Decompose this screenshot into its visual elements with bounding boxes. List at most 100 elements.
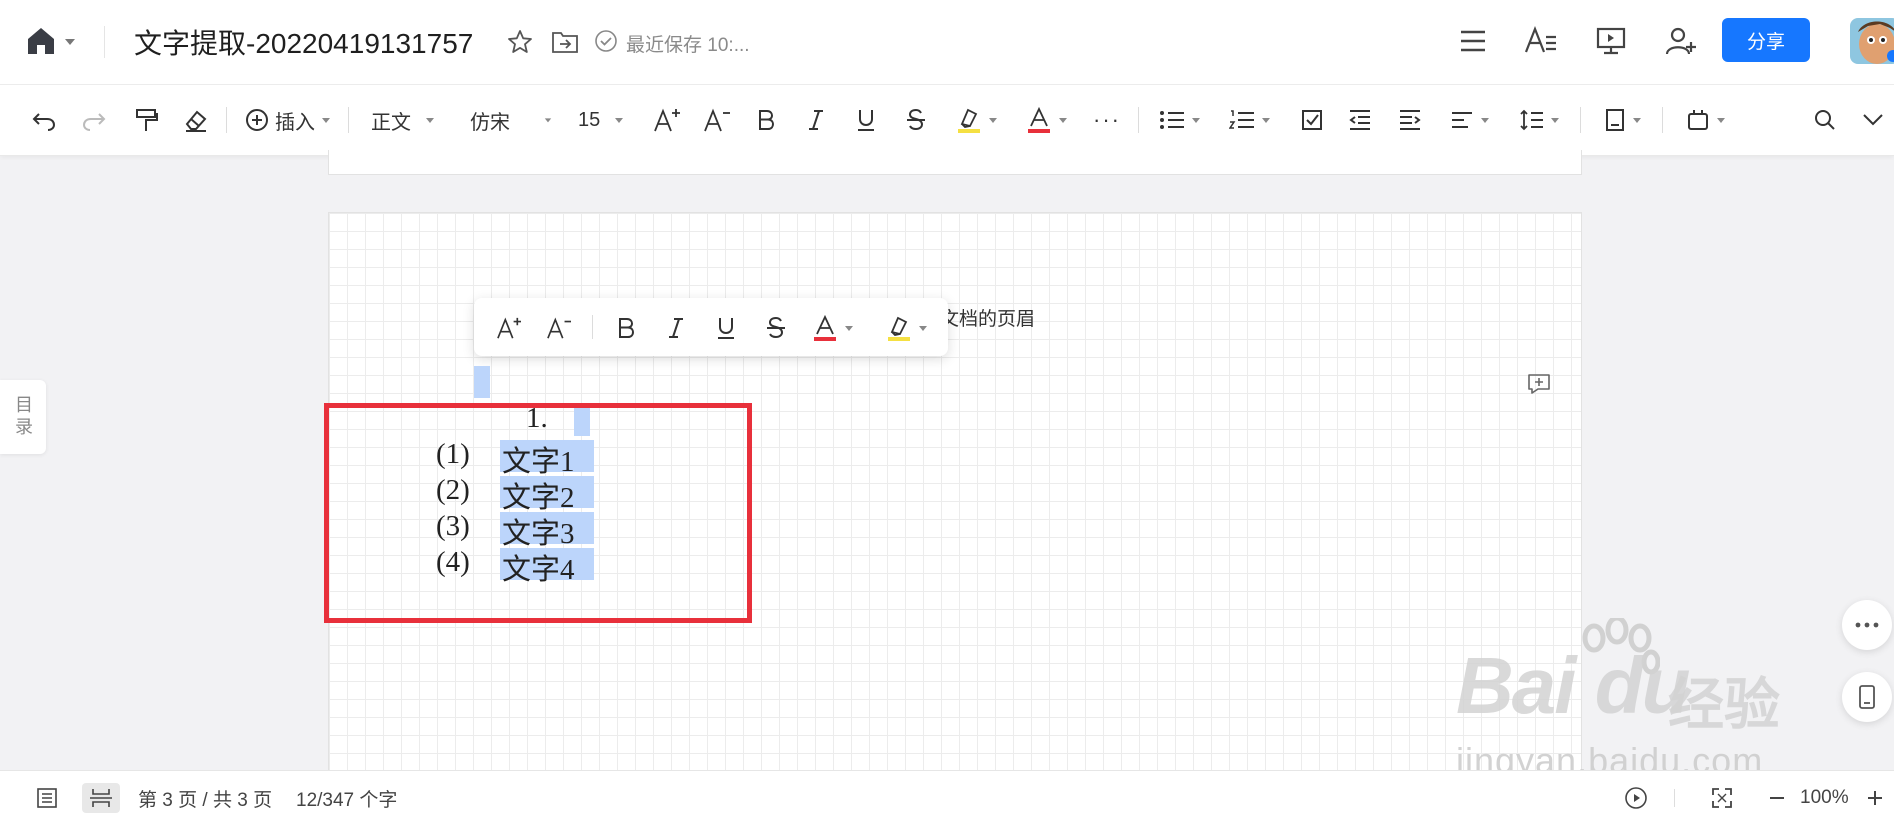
decrease-font-icon [704,108,730,132]
play-button[interactable] [1620,783,1652,813]
table-of-contents-tab[interactable]: 目录 [0,380,46,454]
zoom-in-button[interactable] [1862,783,1888,813]
share-button[interactable]: 分享 [1722,18,1810,62]
font-color-button[interactable] [1024,105,1070,135]
numbered-list-button[interactable] [1226,105,1274,135]
divider [226,107,227,133]
decrease-indent-button[interactable] [1346,105,1374,135]
underline-icon [718,318,734,339]
word-count[interactable]: 12/347 个字 [296,783,397,813]
clear-format-button[interactable] [180,105,212,135]
plugin-button[interactable] [1680,105,1732,135]
strikethrough-button[interactable] [902,105,930,135]
increase-font-button[interactable] [494,313,524,343]
collapse-toolbar-button[interactable] [1858,105,1888,135]
font-color-icon [814,314,836,341]
text-style-icon[interactable] [1524,24,1558,58]
search-button[interactable] [1810,105,1840,135]
bold-button[interactable] [752,105,780,135]
font-family-value: 仿宋 [470,111,510,134]
divider [1580,107,1581,133]
baidu-watermark: Bai du 经验 jingyan.baidu.com [1456,618,1836,788]
checklist-button[interactable] [1298,105,1326,135]
bullet-list-button[interactable] [1156,105,1204,135]
save-status: 最近保存 10:... [626,35,750,56]
bold-icon [619,318,635,338]
add-comment-icon[interactable] [1526,372,1552,396]
font-color-button[interactable] [810,313,856,343]
redo-button[interactable] [78,105,110,135]
presentation-icon[interactable] [1594,24,1628,58]
page-setup-button[interactable] [1598,105,1648,135]
italic-icon [809,110,823,130]
chevron-down-icon [1551,118,1559,123]
strikethrough-icon [767,316,785,339]
text-selection [474,366,490,398]
add-collaborator-icon[interactable] [1664,24,1698,58]
highlighter-icon [888,316,910,341]
highlight-color-button[interactable] [884,313,930,343]
home-icon[interactable] [24,24,58,58]
page-header-text[interactable]: 文档的页眉 [940,304,1035,331]
saved-check-icon [595,30,617,52]
mobile-view-button[interactable] [1842,672,1892,722]
zoom-out-button[interactable] [1764,783,1790,813]
avatar[interactable] [1850,18,1894,64]
tablet-icon [1859,685,1875,709]
paragraph-style-value: 正文 [371,111,411,134]
menu-icon[interactable] [1456,24,1490,58]
insert-menu-button[interactable]: 插入 [242,105,334,135]
chevron-down-icon [989,118,997,123]
insert-label: 插入 [275,111,315,134]
chevron-down-icon [1481,118,1489,123]
more-formatting-button[interactable]: ··· [1090,105,1124,135]
underline-icon [858,110,874,131]
font-size-select[interactable]: 15 [578,105,632,135]
outline-view-button[interactable] [30,783,64,813]
highlight-color-button[interactable] [954,105,1000,135]
chevron-down-icon [1192,118,1200,123]
underline-button[interactable] [712,313,740,343]
decrease-font-icon [547,317,571,339]
list-view-icon [37,788,57,808]
paragraph-style-select[interactable]: 正文 [368,105,438,135]
decrease-font-button[interactable] [544,313,574,343]
decrease-font-button[interactable] [702,105,732,135]
strikethrough-button[interactable] [762,313,790,343]
divider [348,107,349,133]
italic-button[interactable] [662,313,690,343]
bold-icon [759,110,775,130]
format-painter-button[interactable] [130,105,162,135]
plus-icon [1868,791,1882,805]
increase-font-button[interactable] [652,105,682,135]
divider [1662,107,1663,133]
zoom-level[interactable]: 100% [1800,783,1849,813]
move-to-folder-icon[interactable] [550,28,580,56]
chevron-down-icon[interactable] [64,36,76,48]
page-view-button[interactable] [82,783,120,813]
fullscreen-icon [1712,788,1732,808]
search-icon [1815,110,1835,130]
line-spacing-button[interactable] [1516,105,1564,135]
font-family-select[interactable]: 仿宋 [470,105,552,135]
document-title[interactable]: 文字提取-20220419131757 [134,22,473,62]
more-options-button[interactable] [1842,600,1892,650]
align-button[interactable] [1446,105,1494,135]
chevron-down-icon [1059,118,1067,123]
undo-button[interactable] [28,105,60,135]
indent-icon [1400,110,1421,130]
increase-font-icon [654,108,680,132]
line-spacing-icon [1520,109,1543,131]
undo-icon [32,113,56,131]
page-view-icon [90,789,112,807]
bold-button[interactable] [612,313,640,343]
bullet-list-icon [1160,111,1184,129]
increase-indent-button[interactable] [1396,105,1424,135]
chevron-down-icon [1633,118,1641,123]
chevron-down-icon [919,326,927,331]
italic-button[interactable] [802,105,830,135]
fullscreen-button[interactable] [1706,783,1738,813]
star-icon[interactable] [506,28,534,56]
underline-button[interactable] [852,105,880,135]
checkbox-icon [1302,110,1322,130]
